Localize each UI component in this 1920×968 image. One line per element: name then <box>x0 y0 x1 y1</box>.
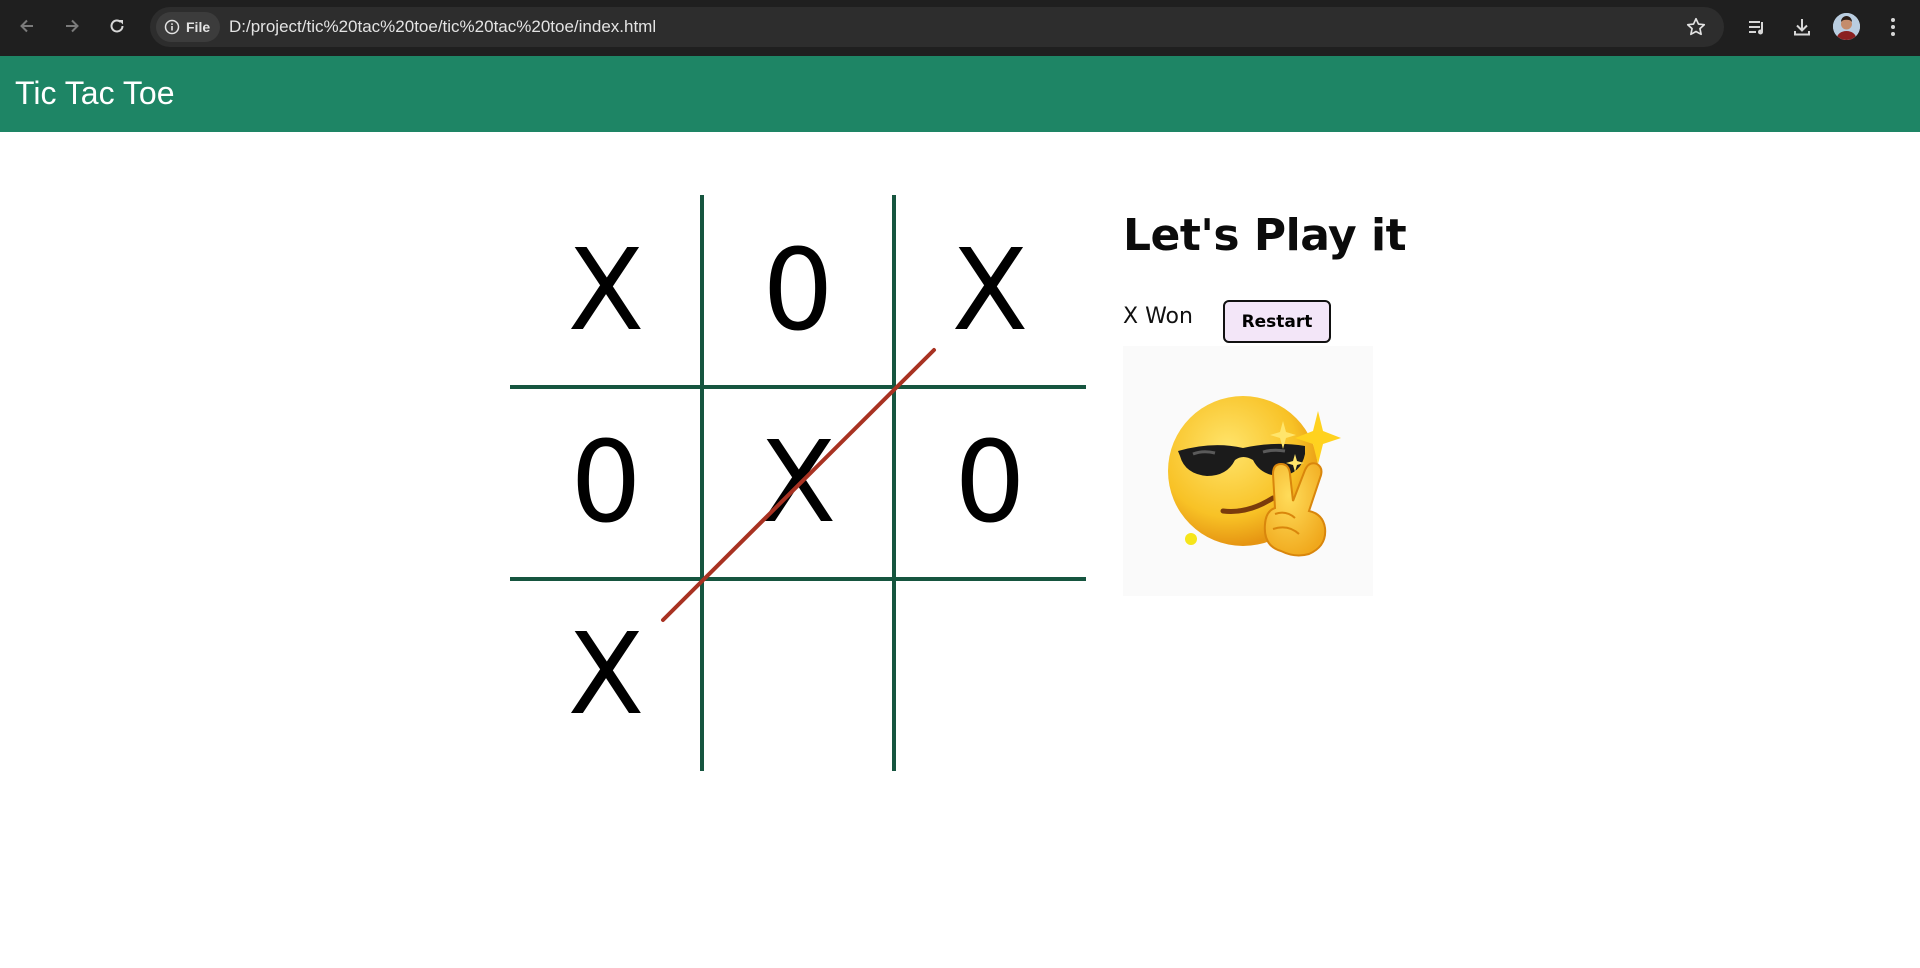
game-board: X 0 X 0 X 0 X <box>510 195 1086 771</box>
browser-menu-button[interactable] <box>1877 11 1909 43</box>
game-status: X Won <box>1123 304 1193 329</box>
board-cell-6[interactable]: 0 <box>894 387 1086 579</box>
restart-button[interactable]: Restart <box>1223 300 1331 343</box>
board-cell-1[interactable]: X <box>510 195 702 387</box>
bookmark-button[interactable] <box>1682 13 1710 41</box>
info-icon <box>164 19 180 35</box>
app-header: Tic Tac Toe <box>0 56 1920 132</box>
board-cell-3[interactable]: X <box>894 195 1086 387</box>
star-icon <box>1686 17 1706 36</box>
download-icon <box>1794 19 1810 36</box>
winner-image <box>1123 346 1373 596</box>
panel-title: Let's Play it <box>1123 210 1407 261</box>
grid-line-horizontal-2 <box>510 577 1086 581</box>
site-chip-label: File <box>186 19 211 35</box>
back-button[interactable] <box>12 11 42 41</box>
board-cell-5[interactable]: X <box>702 387 894 579</box>
forward-button[interactable] <box>57 11 87 41</box>
url-text[interactable]: D:/project/tic%20tac%20toe/tic%20tac%20t… <box>229 17 656 37</box>
back-arrow-icon <box>20 19 33 33</box>
grid-line-horizontal-1 <box>510 385 1086 389</box>
menu-icon <box>1891 18 1895 36</box>
cool-emoji-icon <box>1168 396 1341 557</box>
forward-arrow-icon <box>66 19 79 33</box>
board-cell-8[interactable] <box>702 579 894 771</box>
app-title: Tic Tac Toe <box>15 75 175 111</box>
grid-line-vertical-1 <box>700 195 704 771</box>
board-cell-2[interactable]: 0 <box>702 195 894 387</box>
address-bar[interactable]: File D:/project/tic%20tac%20toe/tic%20ta… <box>150 7 1724 47</box>
board-cell-9[interactable] <box>894 579 1086 771</box>
site-info-chip[interactable]: File <box>156 12 221 42</box>
board-cell-7[interactable]: X <box>510 579 702 771</box>
media-icon <box>1749 21 1763 35</box>
avatar[interactable] <box>1833 13 1860 40</box>
media-control-button[interactable] <box>1741 11 1773 43</box>
reload-icon <box>110 19 124 33</box>
downloads-button[interactable] <box>1786 11 1818 43</box>
grid-line-vertical-2 <box>892 195 896 771</box>
reload-button[interactable] <box>102 11 132 41</box>
board-cell-4[interactable]: 0 <box>510 387 702 579</box>
browser-toolbar: File D:/project/tic%20tac%20toe/tic%20ta… <box>0 0 1920 56</box>
